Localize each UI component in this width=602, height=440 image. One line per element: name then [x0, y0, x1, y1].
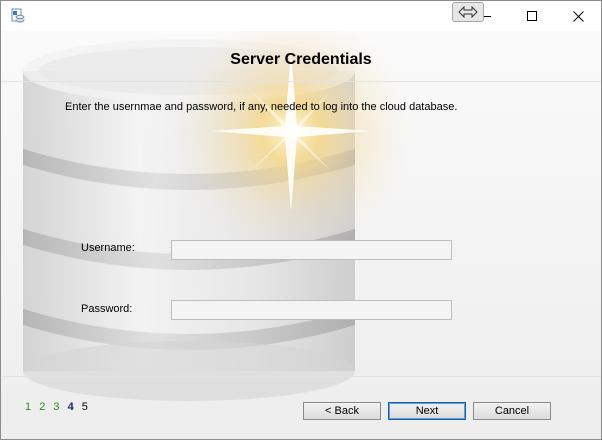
- step-2: 2: [39, 401, 46, 413]
- footer-divider: [1, 376, 601, 377]
- wizard-content: Server Credentials Enter the usernmae an…: [1, 31, 601, 439]
- maximize-icon: [527, 11, 537, 21]
- password-field[interactable]: [171, 300, 452, 320]
- username-label: Username:: [81, 242, 135, 254]
- cancel-button[interactable]: Cancel: [473, 402, 551, 420]
- close-icon: [572, 10, 584, 22]
- step-3: 3: [53, 401, 60, 413]
- password-label: Password:: [81, 303, 133, 315]
- step-1: 1: [25, 401, 32, 413]
- wizard-window: Server Credentials Enter the usernmae an…: [0, 0, 602, 440]
- step-4: 4: [67, 401, 74, 413]
- snap-arrows-icon[interactable]: [452, 2, 484, 22]
- back-button[interactable]: < Back: [303, 402, 381, 420]
- next-button[interactable]: Next: [388, 402, 466, 420]
- maximize-button[interactable]: [509, 1, 555, 31]
- close-button[interactable]: [555, 1, 601, 31]
- database-setup-icon: [9, 8, 25, 24]
- instructions-text: Enter the usernmae and password, if any,…: [65, 101, 458, 113]
- page-title: Server Credentials: [230, 51, 372, 68]
- header-divider: [1, 81, 601, 82]
- username-field[interactable]: [171, 240, 452, 260]
- title-bar: [1, 1, 601, 31]
- step-5: 5: [81, 401, 88, 413]
- database-artwork-icon: [23, 31, 411, 401]
- step-indicator: 1 2 3 4 5: [25, 401, 93, 413]
